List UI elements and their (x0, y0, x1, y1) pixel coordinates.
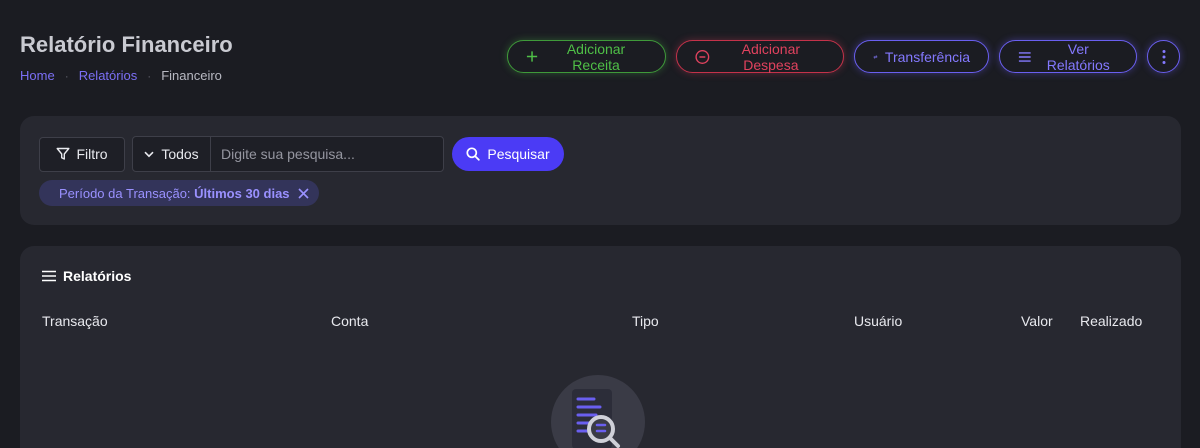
column-header-realizado[interactable]: Realizado (1080, 313, 1142, 329)
add-income-label: Adicionar Receita (566, 40, 626, 73)
breadcrumb-separator: · (147, 68, 152, 83)
active-filter-label: Período da Transação: (59, 185, 191, 201)
add-expense-label: Adicionar Despesa (741, 40, 801, 73)
list-icon (42, 270, 56, 282)
transfer-button[interactable]: Transferência (854, 40, 989, 73)
view-reports-label: Ver Relatórios (1046, 40, 1110, 73)
vertical-dots-icon (1162, 49, 1165, 64)
search-group: Todos (132, 136, 444, 172)
breadcrumb-reports[interactable]: Relatórios (79, 68, 138, 83)
view-reports-button[interactable]: Ver Relatórios (999, 40, 1137, 73)
search-input[interactable] (211, 137, 443, 171)
transfer-label: Transferência (884, 48, 970, 65)
active-filter-value: Últimos 30 dias (194, 185, 290, 201)
reports-heading: Relatórios (41, 268, 131, 284)
search-button[interactable]: Pesquisar (452, 137, 564, 171)
filter-label: Filtro (76, 146, 108, 162)
column-header-valor[interactable]: Valor (1021, 313, 1053, 329)
plus-icon (526, 51, 538, 62)
breadcrumb: Home · Relatórios · Financeiro (20, 68, 222, 83)
active-filter-chip: Período da Transação: Últimos 30 dias (39, 180, 319, 206)
menu-lines-icon (1018, 51, 1031, 62)
column-header-transacao[interactable]: Transação (42, 313, 108, 329)
scope-select-value: Todos (161, 146, 199, 162)
search-icon (466, 147, 481, 161)
more-options-button[interactable] (1147, 40, 1180, 73)
transfer-arrows-icon (873, 54, 878, 59)
filter-card: Filtro Todos Pesquisar Período da Transa… (20, 116, 1181, 225)
column-header-conta[interactable]: Conta (331, 313, 368, 329)
close-icon (297, 187, 309, 199)
remove-filter-button[interactable] (297, 187, 309, 199)
filter-button[interactable]: Filtro (39, 136, 125, 172)
chevron-down-icon (144, 151, 154, 157)
reports-title: Relatórios (63, 268, 132, 284)
breadcrumb-current: Financeiro (161, 68, 222, 83)
header-actions: Adicionar Receita Adicionar Despesa Tran… (507, 40, 1180, 73)
active-filter-text: Período da Transação: Últimos 30 dias (59, 186, 290, 201)
column-header-usuario[interactable]: Usuário (854, 313, 902, 329)
column-header-tipo[interactable]: Tipo (632, 313, 659, 329)
scope-select[interactable]: Todos (133, 137, 211, 171)
empty-state-illustration (551, 375, 645, 448)
add-income-button[interactable]: Adicionar Receita (507, 40, 666, 73)
filter-row: Filtro Todos Pesquisar (39, 136, 564, 172)
minus-circle-icon (695, 49, 710, 64)
search-button-label: Pesquisar (487, 146, 550, 162)
page-title: Relatório Financeiro (20, 32, 233, 57)
breadcrumb-home[interactable]: Home (20, 68, 55, 83)
document-search-icon (572, 389, 620, 448)
funnel-icon (56, 147, 70, 160)
reports-card: Relatórios Transação Conta Tipo Usuário … (20, 246, 1181, 448)
add-expense-button[interactable]: Adicionar Despesa (676, 40, 844, 73)
breadcrumb-separator: · (64, 68, 69, 83)
